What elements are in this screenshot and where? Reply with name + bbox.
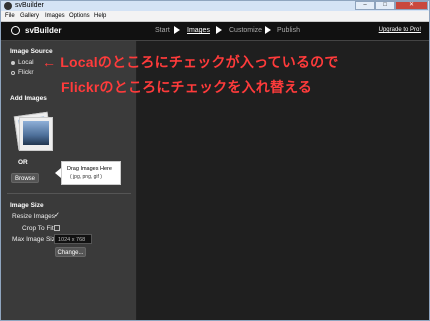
close-button[interactable]: ✕ [395,1,428,10]
max-size-label: Max Image Size [12,236,59,243]
drop-zone-hint[interactable]: Drag Images Here ( jpg, png, gif ) [61,161,121,185]
menu-options[interactable]: Options [69,12,90,20]
divider [7,193,131,194]
radio-flickr-label: Flickr [18,69,34,76]
upgrade-link[interactable]: Upgrade to Pro! [379,27,421,33]
maximize-button[interactable]: □ [375,1,395,10]
window-title: svBuilder [15,2,44,9]
menu-images[interactable]: Images [45,12,65,20]
step-arrow-icon [265,26,271,34]
image-size-title: Image Size [10,202,44,209]
step-arrow-icon [174,26,180,34]
menu-help[interactable]: Help [94,12,106,20]
drop-hint-types: ( jpg, png, gif ) [70,174,102,180]
resize-label: Resize Images [12,213,55,220]
radio-local-label: Local [18,59,34,66]
resize-checkbox[interactable]: ✓ [54,212,60,219]
step-arrow-icon [216,26,222,34]
or-label: OR [18,159,28,166]
drop-hint-title: Drag Images Here [67,166,112,172]
menu-bar: File Gallery Images Options Help [1,11,429,22]
step-images[interactable]: Images [187,27,210,34]
step-publish[interactable]: Publish [277,27,300,34]
browse-button[interactable]: Browse [11,173,39,183]
menu-file[interactable]: File [5,12,15,20]
crop-label: Crop To Fit [22,225,54,232]
minimize-button[interactable]: – [355,1,375,10]
max-size-field[interactable]: 1024 x 768 [54,234,92,244]
app-header: svBuilder Start Images Customize Publish… [1,22,429,41]
title-bar: svBuilder – □ ✕ [1,1,429,11]
add-images-title: Add Images [10,95,47,102]
logo-icon [11,26,20,35]
app-icon [4,2,12,10]
radio-flickr[interactable] [11,71,15,75]
logo-text: svBuilder [25,26,62,35]
step-start[interactable]: Start [155,27,170,34]
radio-local[interactable] [11,61,15,65]
annotation-line-2: Flickrのところにチェックを入れ替える [61,79,313,95]
annotation-line-1: ← Localのところにチェックが入っているので [42,54,339,70]
photo-icon [19,117,53,151]
change-button[interactable]: Change... [55,247,86,257]
step-customize[interactable]: Customize [229,27,262,34]
app-window: svBuilder – □ ✕ File Gallery Images Opti… [0,0,430,321]
menu-gallery[interactable]: Gallery [20,12,39,20]
crop-checkbox[interactable] [54,225,60,231]
